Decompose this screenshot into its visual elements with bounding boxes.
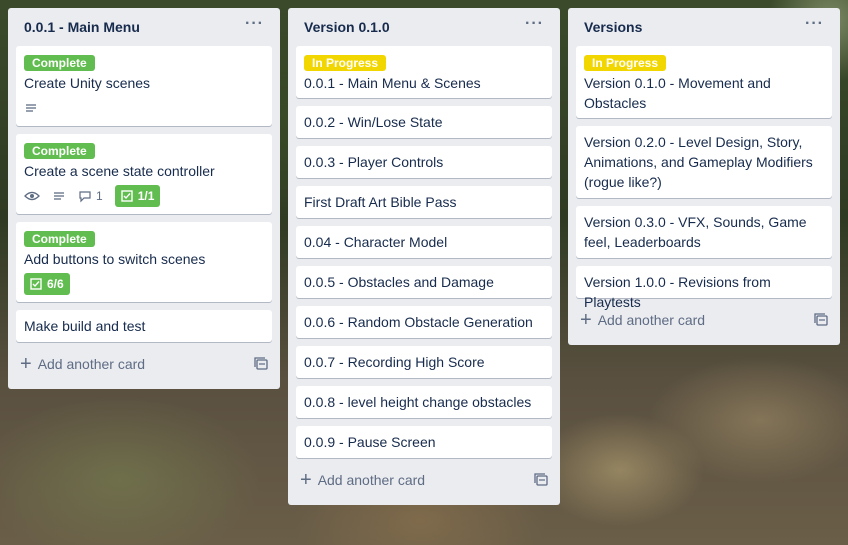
card-title: 0.0.9 - Pause Screen: [304, 434, 436, 450]
card-scene-state-controller[interactable]: Complete Create a scene state controller…: [16, 134, 272, 214]
description-icon: [52, 189, 66, 203]
card-title: 0.0.3 - Player Controls: [304, 154, 444, 170]
list-title[interactable]: Versions: [584, 19, 642, 35]
list-title[interactable]: Version 0.1.0: [304, 19, 390, 35]
card-high-score[interactable]: 0.0.7 - Recording High Score: [296, 346, 552, 378]
card-main-menu-scenes[interactable]: In Progress 0.0.1 - Main Menu & Scenes: [296, 46, 552, 98]
ellipsis-icon[interactable]: ···: [805, 15, 824, 33]
card-title: Version 0.1.0 - Movement and Obstacles: [584, 75, 771, 111]
list-header: Version 0.1.0 ···: [296, 8, 552, 46]
card-badges: 6/6: [24, 273, 264, 295]
checklist-badge: 1/1: [114, 185, 161, 207]
card-title: 0.0.2 - Win/Lose State: [304, 114, 443, 130]
card-player-controls[interactable]: 0.0.3 - Player Controls: [296, 146, 552, 178]
card-title: 0.0.1 - Main Menu & Scenes: [304, 75, 481, 91]
card-add-buttons[interactable]: Complete Add buttons to switch scenes 6/…: [16, 222, 272, 302]
template-icon[interactable]: [814, 313, 828, 327]
plus-icon: +: [20, 353, 32, 375]
template-icon[interactable]: [254, 357, 268, 371]
card-title: First Draft Art Bible Pass: [304, 194, 457, 210]
plus-icon: +: [300, 469, 312, 491]
add-card-button[interactable]: + Add another card: [580, 309, 706, 331]
card-obstacles-damage[interactable]: 0.0.5 - Obstacles and Damage: [296, 266, 552, 298]
list-version-010: Version 0.1.0 ··· In Progress 0.0.1 - Ma…: [288, 8, 560, 505]
card-badges: 1 1/1: [24, 185, 264, 207]
checklist-count: 1/1: [137, 189, 155, 203]
card-badges: [24, 97, 264, 119]
card-version-020[interactable]: Version 0.2.0 - Level Design, Story, Ani…: [576, 126, 832, 198]
checklist-count: 6/6: [47, 277, 64, 291]
eye-icon: [24, 189, 40, 203]
label-complete: Complete: [24, 231, 95, 247]
description-icon: [24, 101, 38, 115]
add-card-label: Add another card: [317, 472, 426, 488]
card-art-bible[interactable]: First Draft Art Bible Pass: [296, 186, 552, 218]
card-create-unity-scenes[interactable]: Complete Create Unity scenes: [16, 46, 272, 126]
card-title: Make build and test: [24, 318, 146, 334]
list-title[interactable]: 0.0.1 - Main Menu: [24, 19, 140, 35]
label-in-progress: In Progress: [584, 55, 667, 71]
card-title: 0.0.5 - Obstacles and Damage: [304, 274, 494, 290]
comment-badge: 1: [78, 186, 103, 206]
add-card-row: + Add another card: [16, 350, 272, 378]
list-header: 0.0.1 - Main Menu ···: [16, 8, 272, 46]
comment-icon: [79, 191, 91, 203]
add-card-button[interactable]: + Add another card: [300, 469, 426, 491]
add-card-row: + Add another card: [296, 466, 552, 494]
plus-icon: +: [580, 309, 592, 331]
ellipsis-icon[interactable]: ···: [525, 15, 544, 33]
label-in-progress: In Progress: [304, 55, 387, 71]
card-title: Create a scene state controller: [24, 163, 215, 179]
template-icon[interactable]: [534, 473, 548, 487]
list-main-menu: 0.0.1 - Main Menu ··· Complete Create Un…: [8, 8, 280, 389]
card-character-model[interactable]: 0.04 - Character Model: [296, 226, 552, 258]
card-random-obstacle[interactable]: 0.0.6 - Random Obstacle Generation: [296, 306, 552, 338]
card-title: Version 0.3.0 - VFX, Sounds, Game feel, …: [584, 214, 807, 250]
list-versions: Versions ··· In Progress Version 0.1.0 -…: [568, 8, 840, 345]
label-complete: Complete: [24, 143, 95, 159]
ellipsis-icon[interactable]: ···: [245, 15, 264, 33]
card-title: 0.0.8 - level height change obstacles: [304, 394, 532, 410]
card-version-100[interactable]: Version 1.0.0 - Revisions from Playtests: [576, 266, 832, 310]
card-version-010[interactable]: In Progress Version 0.1.0 - Movement and…: [576, 46, 832, 118]
list-header: Versions ···: [576, 8, 832, 46]
card-title: 0.0.6 - Random Obstacle Generation: [304, 314, 533, 330]
comment-count: 1: [96, 189, 103, 203]
add-card-label: Add another card: [597, 312, 706, 328]
card-title: 0.04 - Character Model: [304, 234, 448, 250]
add-card-label: Add another card: [37, 356, 146, 372]
label-complete: Complete: [24, 55, 95, 71]
checklist-icon: [30, 278, 42, 290]
card-version-030[interactable]: Version 0.3.0 - VFX, Sounds, Game feel, …: [576, 206, 832, 258]
card-win-lose[interactable]: 0.0.2 - Win/Lose State: [296, 106, 552, 138]
checklist-badge: 6/6: [24, 273, 70, 295]
card-title: Version 0.2.0 - Level Design, Story, Ani…: [584, 134, 813, 190]
card-title: Add buttons to switch scenes: [24, 251, 206, 267]
card-pause-screen[interactable]: 0.0.9 - Pause Screen: [296, 426, 552, 458]
card-title: Create Unity scenes: [24, 75, 151, 91]
add-card-button[interactable]: + Add another card: [20, 353, 146, 375]
card-level-height[interactable]: 0.0.8 - level height change obstacles: [296, 386, 552, 418]
checklist-icon: [120, 190, 133, 202]
card-make-build[interactable]: Make build and test: [16, 310, 272, 342]
add-card-row: + Add another card: [576, 306, 832, 334]
card-title: 0.0.7 - Recording High Score: [304, 354, 485, 370]
